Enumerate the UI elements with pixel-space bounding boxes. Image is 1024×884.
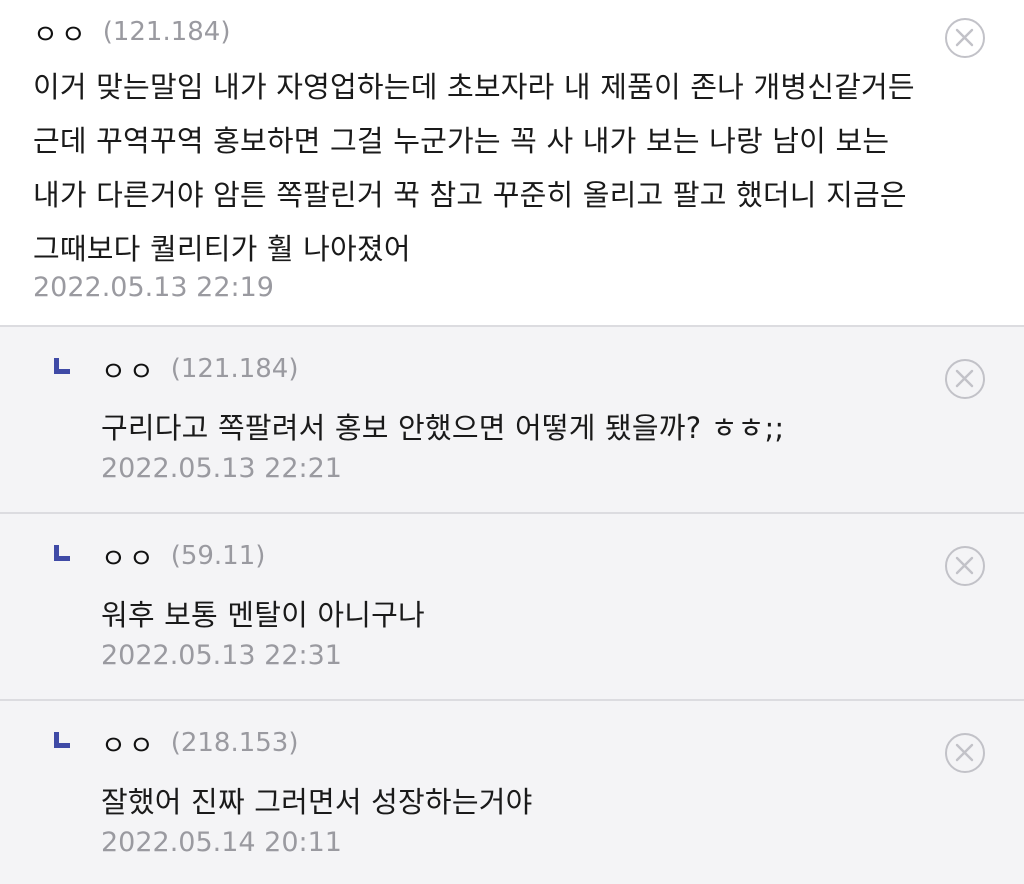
reply-date: 2022.05.13 22:31 [101,640,342,671]
reply-nickname[interactable]: ㅇㅇ [101,537,157,576]
close-icon [955,556,974,575]
reply-item: ㅇㅇ (121.184) 구리다고 쪽팔려서 홍보 안했으면 어떻게 됐을까? … [0,325,1024,512]
reply-nickname[interactable]: ㅇㅇ [101,724,157,763]
reply-header: ㅇㅇ (121.184) [54,349,1024,389]
reply-header: ㅇㅇ (218.153) [54,723,1024,763]
comment-text: 이거 맞는말임 내가 자영업하는데 초보자라 내 제품이 존나 개병신같거든 근… [33,70,915,266]
reply-text: 워후 보통 멘탈이 아니구나 [101,598,425,632]
comment-date: 2022.05.13 22:19 [33,272,274,303]
delete-button[interactable] [945,546,985,586]
reply-header: ㅇㅇ (59.11) [54,536,1024,576]
reply-ip: (121.184) [170,354,299,384]
reply-ip: (59.11) [170,541,266,571]
comment-header: ㅇㅇ (121.184) [33,12,1024,52]
close-icon [955,369,974,388]
reply-corner-icon [54,732,70,748]
reply-date: 2022.05.13 22:21 [101,453,342,484]
comment-nickname[interactable]: ㅇㅇ [33,13,89,52]
reply-corner-icon [54,545,70,561]
reply-corner-icon [54,358,70,374]
reply-item: ㅇㅇ (218.153) 잘했어 진짜 그러면서 성장하는거야 2022.05.… [0,699,1024,884]
reply-date: 2022.05.14 20:11 [101,827,342,858]
comment-item: ㅇㅇ (121.184) 이거 맞는말임 내가 자영업하는데 초보자라 내 제품… [0,0,1024,325]
delete-button[interactable] [945,18,985,58]
delete-button[interactable] [945,733,985,773]
comment-ip: (121.184) [102,17,231,47]
comment-list: ㅇㅇ (121.184) 이거 맞는말임 내가 자영업하는데 초보자라 내 제품… [0,0,1024,884]
reply-ip: (218.153) [170,728,299,758]
close-icon [955,743,974,762]
reply-text: 구리다고 쪽팔려서 홍보 안했으면 어떻게 됐을까? ㅎㅎ;; [101,411,785,445]
reply-nickname[interactable]: ㅇㅇ [101,350,157,389]
reply-text: 잘했어 진짜 그러면서 성장하는거야 [101,785,533,819]
reply-item: ㅇㅇ (59.11) 워후 보통 멘탈이 아니구나 2022.05.13 22:… [0,512,1024,699]
close-icon [955,28,974,47]
delete-button[interactable] [945,359,985,399]
